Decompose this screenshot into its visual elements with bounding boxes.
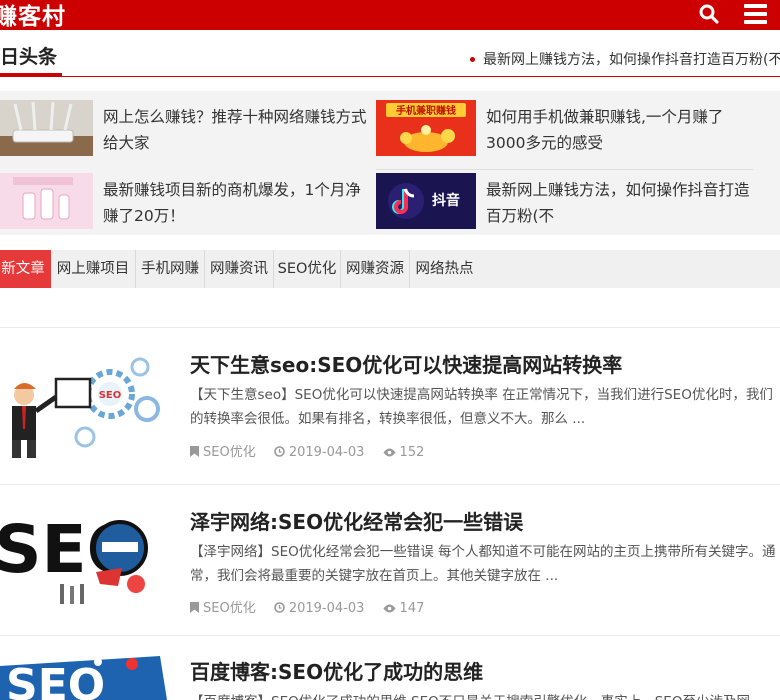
- menu-icon[interactable]: [743, 3, 769, 27]
- tab-mobile-earning[interactable]: 手机网赚: [136, 250, 205, 288]
- article-date: 2019-04-03: [274, 445, 364, 460]
- article-category[interactable]: SEO优化: [190, 441, 256, 460]
- article-date: 2019-04-03: [274, 601, 364, 616]
- featured-title[interactable]: 最新网上赚钱方法，如何操作抖音打造百万粉(不: [486, 177, 751, 229]
- tab-seo[interactable]: SEO优化: [274, 250, 341, 288]
- article-item[interactable]: SEO 泽宇网络:SEO优化经常会犯一些错误 【泽宇网络】SEO优化经常会犯一些…: [0, 506, 780, 656]
- eye-icon: [383, 604, 396, 613]
- headline-bar: 日头条 最新网上赚钱方法，如何操作抖音打造百万粉(不: [0, 30, 780, 77]
- list-divider: [0, 327, 780, 328]
- article-category[interactable]: SEO优化: [190, 597, 256, 616]
- ticker-text[interactable]: 最新网上赚钱方法，如何操作抖音打造百万粉(不: [483, 52, 780, 68]
- article-views: 152: [383, 445, 424, 460]
- bullet-icon: [470, 56, 475, 62]
- top-header: 赚客村: [0, 0, 780, 30]
- tab-online-projects[interactable]: 网上赚项目: [51, 250, 136, 288]
- thumb-caption: 抖音: [432, 192, 460, 209]
- article-thumb[interactable]: SEO: [0, 506, 167, 606]
- article-excerpt: 【泽宇网络】SEO优化经常会犯一些错误 每个人都知道不可能在网站的主页上携带所有…: [190, 544, 776, 584]
- list-divider: [0, 484, 780, 485]
- eye-icon: [383, 448, 396, 457]
- thumb-seo-text: SEO: [6, 660, 105, 700]
- article-item[interactable]: SEO 天下生意seo:SEO优化可以快速提高网站转换率 【天下生意seo】SE…: [0, 349, 780, 499]
- article-title[interactable]: 泽宇网络:SEO优化经常会犯一些错误: [190, 506, 523, 535]
- featured-grid: 网上怎么赚钱？推荐十种网络赚钱方式给大家 手机兼职赚钱 如何用手机做兼职赚钱,一…: [0, 91, 780, 235]
- featured-thumb-product[interactable]: [0, 173, 93, 229]
- article-excerpt: 【天下生意seo】SEO优化可以快速提高网站转换率 在正常情况下，当我们进行SE…: [190, 387, 773, 427]
- featured-item[interactable]: 抖音 最新网上赚钱方法，如何操作抖音打造百万粉(不: [376, 173, 751, 235]
- article-title[interactable]: 天下生意seo:SEO优化可以快速提高网站转换率: [190, 349, 622, 378]
- tab-earning-news[interactable]: 网赚资讯: [205, 250, 274, 288]
- category-tabs: 新文章 网上赚项目 手机网赚 网赚资讯 SEO优化 网赚资源 网络热点: [0, 250, 780, 288]
- clock-icon: [274, 602, 285, 613]
- featured-separator: [376, 169, 753, 170]
- thumb-seo-text: SEO: [99, 390, 122, 401]
- featured-title[interactable]: 最新赚钱项目新的商机爆发，1个月净赚了20万！: [103, 177, 368, 229]
- article-item[interactable]: SEO 百度博客:SEO优化了成功的思维 【百度博客】SEO优化了成功的思维 S…: [0, 656, 780, 700]
- list-divider: [0, 635, 780, 636]
- featured-thumb-phone-job[interactable]: 手机兼职赚钱: [376, 100, 476, 156]
- tab-earning-resources[interactable]: 网赚资源: [341, 250, 410, 288]
- bookmark-icon: [190, 602, 199, 613]
- tab-new-articles[interactable]: 新文章: [0, 250, 51, 288]
- featured-thumb-router[interactable]: [0, 100, 93, 156]
- featured-item[interactable]: 网上怎么赚钱？推荐十种网络赚钱方式给大家: [0, 100, 375, 162]
- thumb-caption: 手机兼职赚钱: [396, 104, 456, 117]
- headline-title: 日头条: [0, 46, 58, 68]
- site-logo[interactable]: 赚客村: [0, 0, 66, 31]
- clock-icon: [274, 446, 285, 457]
- article-thumb[interactable]: SEO: [0, 656, 167, 700]
- featured-title[interactable]: 网上怎么赚钱？推荐十种网络赚钱方式给大家: [103, 104, 368, 156]
- headline-underline: [0, 73, 62, 76]
- tab-hot-topics[interactable]: 网络热点: [410, 250, 479, 288]
- article-views: 147: [383, 601, 424, 616]
- featured-title[interactable]: 如何用手机做兼职赚钱,一个月赚了3000多元的感受: [486, 104, 751, 156]
- search-icon[interactable]: [697, 2, 721, 26]
- featured-item[interactable]: 手机兼职赚钱 如何用手机做兼职赚钱,一个月赚了3000多元的感受: [376, 100, 751, 162]
- article-excerpt: 【百度博客】SEO优化了成功的思维 SEO不只是关于搜索引擎优化，事实上，SEO…: [190, 690, 780, 700]
- featured-item[interactable]: 最新赚钱项目新的商机爆发，1个月净赚了20万！: [0, 173, 375, 235]
- headline-ticker[interactable]: 最新网上赚钱方法，如何操作抖音打造百万粉(不: [470, 49, 780, 69]
- bookmark-icon: [190, 446, 199, 457]
- article-meta: SEO优化 2019-04-03 152: [190, 441, 438, 460]
- article-meta: SEO优化 2019-04-03 147: [190, 597, 438, 616]
- featured-thumb-douyin[interactable]: 抖音: [376, 173, 476, 229]
- article-title[interactable]: 百度博客:SEO优化了成功的思维: [190, 656, 483, 685]
- article-thumb[interactable]: SEO: [0, 349, 167, 459]
